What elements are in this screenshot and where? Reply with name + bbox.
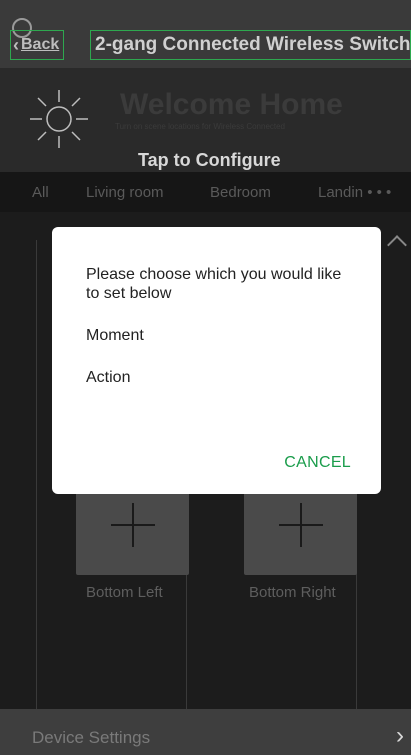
choose-dialog: Please choose which you would like to se… xyxy=(52,227,381,494)
option-action[interactable]: Action xyxy=(86,369,130,387)
tab-bedroom[interactable]: Bedroom xyxy=(210,184,271,201)
cancel-button[interactable]: CANCEL xyxy=(284,454,351,472)
plus-icon xyxy=(132,503,134,547)
welcome-heading: Welcome Home xyxy=(120,88,343,121)
bottom-right-label: Bottom Right xyxy=(249,584,336,601)
chevron-right-icon[interactable]: › xyxy=(396,722,404,750)
room-tabs: All Living room Bedroom Landin • • • xyxy=(0,172,411,212)
sun-icon xyxy=(30,90,88,148)
back-button[interactable]: ‹ Back xyxy=(10,30,65,60)
hero-subtitle: Turn on scene locations for Wireless Con… xyxy=(115,122,286,131)
bottom-left-label: Bottom Left xyxy=(86,584,163,601)
page-title: 2-gang Connected Wireless Switch xyxy=(90,30,411,60)
tap-to-configure[interactable]: Tap to Configure xyxy=(138,150,281,171)
option-moment[interactable]: Moment xyxy=(86,327,144,345)
back-label: Back xyxy=(21,36,60,53)
tab-all[interactable]: All xyxy=(32,184,49,201)
plus-icon xyxy=(300,503,302,547)
divider xyxy=(36,240,37,710)
dialog-prompt: Please choose which you would like to se… xyxy=(86,266,342,302)
tab-landing[interactable]: Landin • • • xyxy=(318,184,391,201)
chevron-left-icon: ‹ xyxy=(13,34,19,55)
tab-living-room[interactable]: Living room xyxy=(86,184,164,201)
device-settings-label: Device Settings xyxy=(32,728,151,747)
